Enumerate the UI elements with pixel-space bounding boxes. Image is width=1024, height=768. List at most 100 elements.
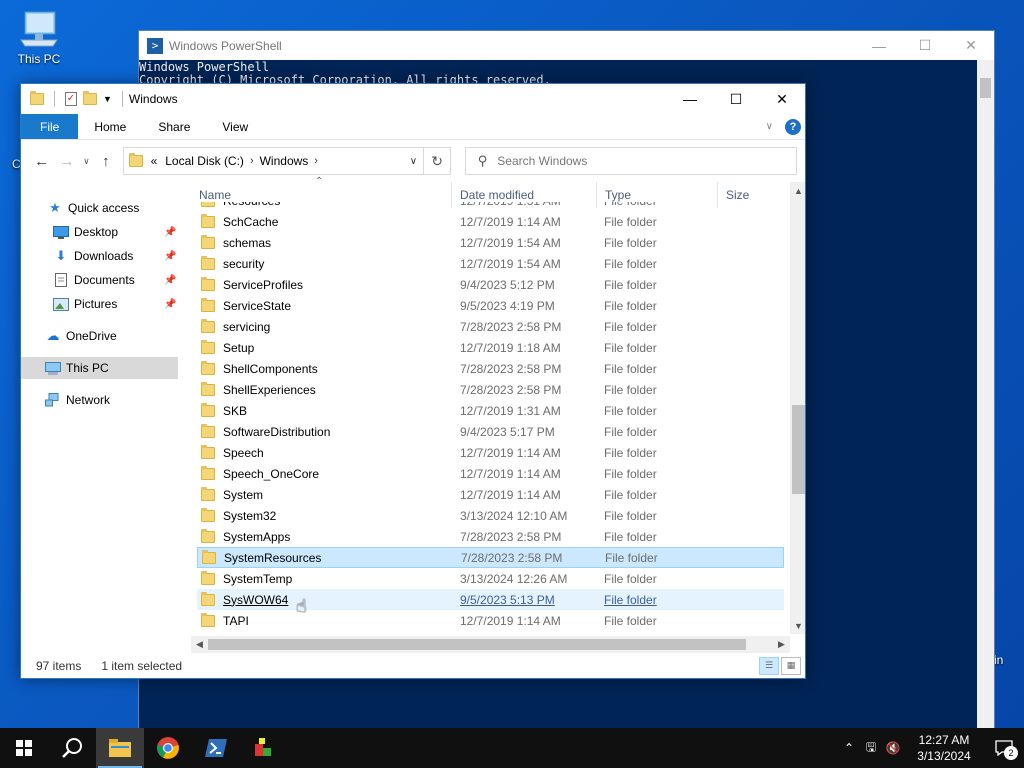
nav-pictures[interactable]: Pictures 📌 <box>53 293 176 315</box>
file-explorer-window[interactable]: ✓ ▼ Windows — ☐ ✕ File Home Share View ∨… <box>20 83 806 679</box>
taskbar-powershell[interactable] <box>192 728 240 768</box>
nav-desktop[interactable]: Desktop 📌 <box>53 221 176 243</box>
help-icon[interactable]: ? <box>785 118 801 135</box>
nav-quick-access[interactable]: ★ Quick access <box>47 197 139 219</box>
large-icons-view-icon[interactable]: ▦ <box>781 656 801 675</box>
scrollbar-thumb[interactable] <box>208 639 746 650</box>
table-row[interactable]: Resources 12/7/2019 1:31 AMFile folder <box>197 202 784 211</box>
nav-downloads[interactable]: ⬇ Downloads 📌 <box>53 245 177 267</box>
table-row[interactable]: Speech_OneCore 12/7/2019 1:14 AM File fold… <box>197 463 784 484</box>
scroll-up-icon[interactable]: ▲ <box>790 182 805 199</box>
table-row[interactable]: SoftwareDistribution 9/4/2023 5:17 PM File… <box>197 421 784 442</box>
volume-muted-icon[interactable]: 🔇 <box>882 741 904 755</box>
minimize-button[interactable]: — <box>667 84 713 114</box>
vertical-scrollbar[interactable]: ▲ ▼ <box>790 182 805 634</box>
table-row[interactable]: ShellExperiences 7/28/2023 2:58 PM File fo… <box>197 379 784 400</box>
chevron-down-icon[interactable]: ∨ <box>403 156 423 167</box>
table-row[interactable]: SystemApps 7/28/2023 2:58 PM File folder <box>197 526 784 547</box>
recent-locations-icon[interactable]: ∨ <box>80 148 94 174</box>
table-row[interactable]: ServiceProfiles 9/4/2023 5:12 PM File fold… <box>197 274 784 295</box>
header-label: Size <box>726 188 750 202</box>
breadcrumb-windows[interactable]: Windows <box>260 154 309 168</box>
properties-icon[interactable]: ✓ <box>65 92 77 106</box>
pin-icon[interactable]: 📌 <box>164 299 176 310</box>
new-folder-icon[interactable] <box>83 91 97 105</box>
folder-icon <box>201 202 215 207</box>
nav-network[interactable]: Network <box>45 389 110 411</box>
action-center-button[interactable]: 2 <box>984 728 1024 768</box>
pin-icon[interactable]: 📌 <box>164 227 176 238</box>
table-row[interactable]: TAPI 12/7/2019 1:14 AM File folder <box>197 610 784 631</box>
expand-ribbon-icon[interactable]: ∨ <box>766 121 773 132</box>
horizontal-scrollbar[interactable]: ◀ ▶ <box>191 636 790 653</box>
breadcrumb-overflow[interactable]: « <box>151 154 158 168</box>
explorer-titlebar[interactable]: ✓ ▼ Windows — ☐ ✕ <box>21 84 805 114</box>
powershell-titlebar[interactable]: > Windows PowerShell — ☐ ✕ <box>139 31 994 60</box>
nav-documents[interactable]: Documents 📌 <box>53 269 176 291</box>
folder-icon <box>201 276 215 291</box>
tab-home[interactable]: Home <box>78 114 142 139</box>
table-row[interactable]: servicing 7/28/2023 2:58 PM File folder <box>197 316 784 337</box>
taskbar-app[interactable] <box>240 728 288 768</box>
pin-icon[interactable]: 📌 <box>164 251 176 262</box>
chevron-right-icon[interactable]: › <box>314 155 318 167</box>
refresh-button[interactable]: ↻ <box>424 147 451 175</box>
scroll-down-icon[interactable]: ▼ <box>790 617 805 634</box>
folder-icon <box>201 360 215 375</box>
table-row[interactable]: SysWOW64 9/5/2023 5:13 PM File folder <box>197 589 784 610</box>
tab-view[interactable]: View <box>206 114 264 139</box>
chevron-right-icon[interactable]: › <box>250 155 254 167</box>
cell-date: 3/13/2024 12:10 AM <box>460 508 568 523</box>
close-button[interactable]: ✕ <box>948 31 994 60</box>
table-row[interactable]: security 12/7/2019 1:54 AM File folder <box>197 253 784 274</box>
taskbar-file-explorer[interactable] <box>96 728 144 768</box>
up-arrow-icon[interactable]: ↑ <box>93 148 118 174</box>
desktop-icon-this-pc[interactable]: This PC <box>10 10 68 66</box>
maximize-button[interactable]: ☐ <box>713 84 759 114</box>
scrollbar-thumb[interactable] <box>792 405 805 494</box>
table-row[interactable]: System 12/7/2019 1:14 AM File folder <box>197 484 784 505</box>
scroll-right-icon[interactable]: ▶ <box>773 636 790 653</box>
search-placeholder: Search Windows <box>497 154 588 168</box>
scroll-left-icon[interactable]: ◀ <box>191 636 208 653</box>
scrollbar-thumb[interactable] <box>980 78 991 98</box>
maximize-button[interactable]: ☐ <box>902 31 948 60</box>
nav-onedrive[interactable]: ☁ OneDrive <box>45 325 117 347</box>
chevron-up-icon[interactable]: ⌃ <box>838 741 860 755</box>
table-row[interactable]: SystemTemp 3/13/2024 12:26 AM File folder <box>197 568 784 589</box>
close-button[interactable]: ✕ <box>759 84 805 114</box>
search-input[interactable]: ⚲ Search Windows <box>464 147 798 175</box>
table-row[interactable]: System32 3/13/2024 12:10 AM File folder <box>197 505 784 526</box>
table-row[interactable]: ShellComponents 7/28/2023 2:58 PM File fol… <box>197 358 784 379</box>
pin-icon[interactable]: 📌 <box>164 275 176 286</box>
customize-qat-icon[interactable]: ▼ <box>103 94 112 104</box>
network-icon[interactable]: 🖫 <box>860 738 882 759</box>
back-arrow-icon[interactable]: ← <box>29 148 54 174</box>
nav-this-pc[interactable]: This PC <box>21 357 178 379</box>
taskbar-chrome[interactable] <box>144 728 192 768</box>
powershell-scrollbar[interactable] <box>977 60 994 728</box>
search-button[interactable] <box>48 728 96 768</box>
table-row[interactable]: SchCache 12/7/2019 1:14 AM File folder <box>197 211 784 232</box>
breadcrumb-local-disk[interactable]: Local Disk (C:) <box>165 154 244 168</box>
address-bar[interactable]: « Local Disk (C:) › Windows › ∨ <box>122 147 425 175</box>
forward-arrow-icon[interactable]: → <box>54 148 79 174</box>
minimize-button[interactable]: — <box>856 31 902 60</box>
details-view-icon[interactable]: ☰ <box>759 656 779 675</box>
table-row[interactable]: Setup 12/7/2019 1:18 AM File folder <box>197 337 784 358</box>
table-row[interactable]: Speech 12/7/2019 1:14 AM File folder <box>197 442 784 463</box>
table-row[interactable]: schemas 12/7/2019 1:54 AM File folder <box>197 232 784 253</box>
folder-icon <box>201 444 215 459</box>
cell-date: 12/7/2019 1:31 AM <box>460 403 561 418</box>
notification-count: 2 <box>1004 746 1018 760</box>
table-row[interactable]: SystemResources 7/28/2023 2:58 PM File fol… <box>197 547 784 568</box>
clock[interactable]: 12:27 AM 3/13/2024 <box>904 732 984 764</box>
cell-name: SchCache <box>197 213 452 229</box>
cell-type: File folder <box>604 256 657 271</box>
tab-file[interactable]: File <box>21 114 79 139</box>
table-row[interactable]: SKB 12/7/2019 1:31 AM File folder <box>197 400 784 421</box>
table-row[interactable]: ServiceState 9/5/2023 4:19 PM File folder <box>197 295 784 316</box>
start-button[interactable] <box>0 728 48 768</box>
nav-label: Desktop <box>74 225 119 239</box>
tab-share[interactable]: Share <box>142 114 206 139</box>
